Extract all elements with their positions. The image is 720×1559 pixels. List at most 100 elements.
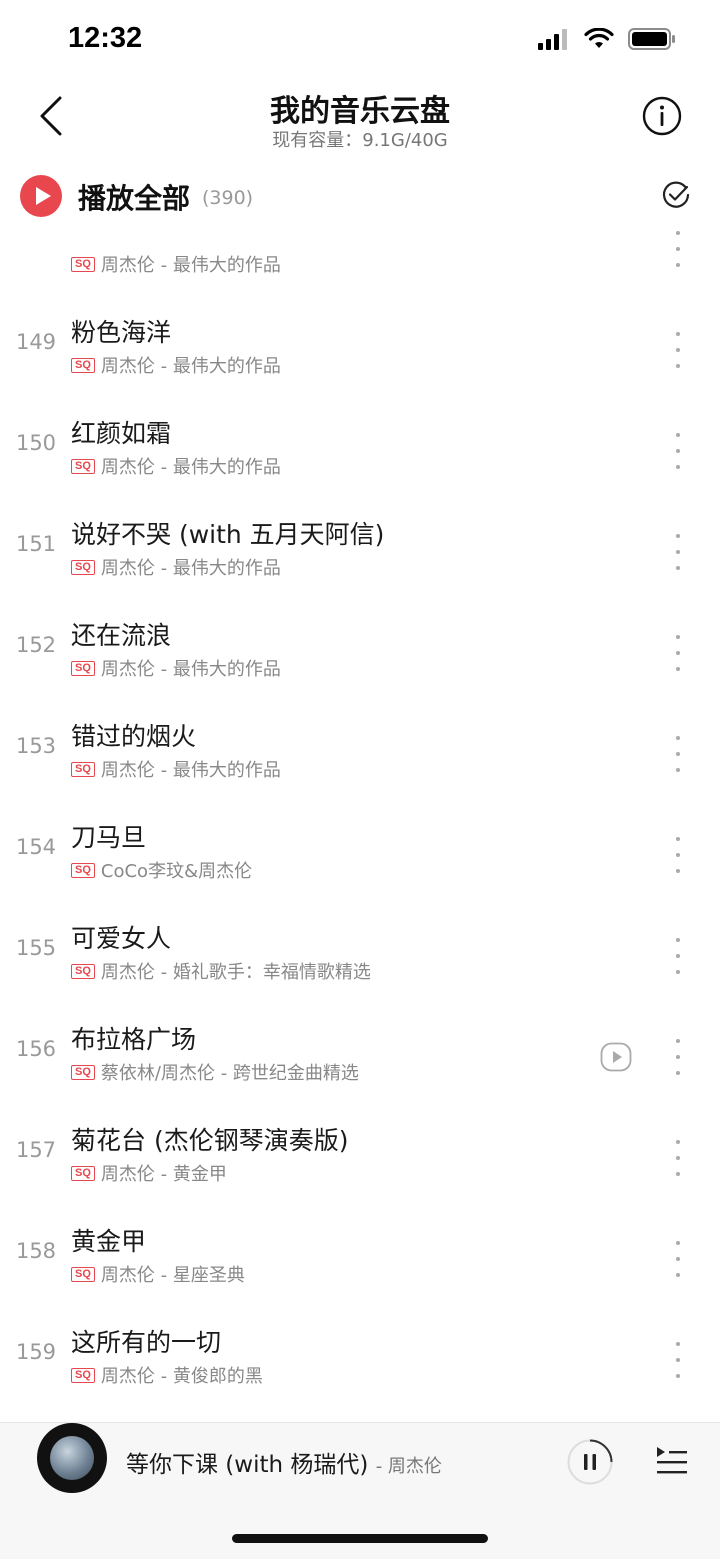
song-count: (390) xyxy=(202,187,254,209)
song-row[interactable]: 152 还在流浪 SQ 周杰伦 - 最伟大的作品 xyxy=(0,603,720,704)
song-artist-album: 周杰伦 - 最伟大的作品 xyxy=(100,760,281,781)
more-options-icon[interactable] xyxy=(672,433,684,469)
cellular-signal-icon xyxy=(538,29,567,50)
more-options-icon[interactable] xyxy=(672,736,684,772)
song-index: 152 xyxy=(15,633,57,657)
multi-select-icon[interactable] xyxy=(660,179,692,211)
sq-badge: SQ xyxy=(71,1165,95,1181)
song-row[interactable]: 159 这所有的一切 SQ 周杰伦 - 黄俊郎的黑 xyxy=(0,1310,720,1411)
playlist-icon[interactable] xyxy=(655,1443,689,1477)
song-artist-album: 周杰伦 - 黄俊郎的黑 xyxy=(100,1366,263,1387)
home-indicator xyxy=(232,1534,488,1543)
mini-player-title[interactable]: 等你下课 (with 杨瑞代) - 周杰伦 xyxy=(126,1445,442,1479)
song-artist-album: 周杰伦 - 黄金甲 xyxy=(100,1164,227,1185)
song-index: 158 xyxy=(15,1239,57,1263)
song-title: 菊花台 (杰伦钢琴演奏版) xyxy=(71,1126,349,1155)
song-row[interactable]: 149 粉色海洋 SQ 周杰伦 - 最伟大的作品 xyxy=(0,300,720,401)
song-subtitle: SQ 周杰伦 - 最伟大的作品 xyxy=(71,756,281,782)
play-all-icon[interactable] xyxy=(20,175,62,217)
sq-badge: SQ xyxy=(71,1266,95,1282)
song-title: 说好不哭 (with 五月天阿信) xyxy=(71,520,385,549)
sq-badge: SQ xyxy=(71,357,95,373)
song-subtitle: SQ 周杰伦 - 黄俊郎的黑 xyxy=(71,1362,263,1388)
sq-badge: SQ xyxy=(71,559,95,575)
song-index: 157 xyxy=(15,1138,57,1162)
more-options-icon[interactable] xyxy=(672,1140,684,1176)
album-disc[interactable] xyxy=(37,1423,107,1493)
song-row[interactable]: 151 说好不哭 (with 五月天阿信) SQ 周杰伦 - 最伟大的作品 xyxy=(0,502,720,603)
more-options-icon[interactable] xyxy=(672,534,684,570)
song-row[interactable]: 155 可爱女人 SQ 周杰伦 - 婚礼歌手：幸福情歌精选 xyxy=(0,906,720,1007)
song-row[interactable]: 156 布拉格广场 SQ 蔡依林/周杰伦 - 跨世纪金曲精选 xyxy=(0,1007,720,1108)
sq-badge: SQ xyxy=(71,660,95,676)
more-options-icon[interactable] xyxy=(672,231,684,267)
song-title: 这所有的一切 xyxy=(71,1328,222,1357)
sq-badge: SQ xyxy=(71,458,95,474)
song-subtitle: SQ 周杰伦 - 最伟大的作品 xyxy=(71,251,281,277)
song-artist-album: 周杰伦 - 星座圣典 xyxy=(100,1265,245,1286)
sq-badge: SQ xyxy=(71,256,95,272)
more-options-icon[interactable] xyxy=(672,332,684,368)
song-row[interactable]: 150 红颜如霜 SQ 周杰伦 - 最伟大的作品 xyxy=(0,401,720,502)
song-artist-album: 周杰伦 - 最伟大的作品 xyxy=(100,457,281,478)
song-subtitle: SQ 周杰伦 - 最伟大的作品 xyxy=(71,352,281,378)
sq-badge: SQ xyxy=(71,963,95,979)
mini-player-song: 等你下课 (with 杨瑞代) xyxy=(126,1452,369,1478)
more-options-icon[interactable] xyxy=(672,938,684,974)
song-index: 155 xyxy=(15,936,57,960)
song-subtitle: SQ 周杰伦 - 婚礼歌手：幸福情歌精选 xyxy=(71,958,371,984)
song-index: 153 xyxy=(15,734,57,758)
status-time: 12:32 xyxy=(68,22,143,54)
song-title: 粉色海洋 xyxy=(71,318,172,347)
more-options-icon[interactable] xyxy=(672,1342,684,1378)
song-row[interactable]: 157 菊花台 (杰伦钢琴演奏版) SQ 周杰伦 - 黄金甲 xyxy=(0,1108,720,1209)
battery-icon xyxy=(628,28,675,50)
mini-player-artist: - 周杰伦 xyxy=(375,1456,442,1477)
play-all-label[interactable]: 播放全部 xyxy=(78,177,190,217)
song-title: 错过的烟火 xyxy=(71,722,197,751)
song-subtitle: SQ 周杰伦 - 黄金甲 xyxy=(71,1160,227,1186)
sq-badge: SQ xyxy=(71,761,95,777)
song-artist-album: CoCo李玟&周杰伦 xyxy=(100,861,253,882)
song-artist-album: 周杰伦 - 最伟大的作品 xyxy=(100,255,281,276)
song-subtitle: SQ CoCo李玟&周杰伦 xyxy=(71,857,252,883)
nav-header: 我的音乐云盘 现有容量：9.1G/40G xyxy=(0,80,720,160)
song-subtitle: SQ 蔡依林/周杰伦 - 跨世纪金曲精选 xyxy=(71,1059,359,1085)
song-index: 150 xyxy=(15,431,57,455)
song-index: 159 xyxy=(15,1340,57,1364)
song-title: 还在流浪 xyxy=(71,621,172,650)
now-playing-row[interactable]: SQ 周杰伦 - 最伟大的作品 xyxy=(0,228,720,300)
mv-play-icon[interactable] xyxy=(600,1041,632,1073)
more-options-icon[interactable] xyxy=(672,1039,684,1075)
sq-badge: SQ xyxy=(71,862,95,878)
song-subtitle: SQ 周杰伦 - 最伟大的作品 xyxy=(71,453,281,479)
page-title: 我的音乐云盘 xyxy=(270,94,450,129)
song-index: 156 xyxy=(15,1037,57,1061)
more-options-icon[interactable] xyxy=(672,837,684,873)
status-bar: 12:32 xyxy=(0,0,720,80)
info-icon[interactable] xyxy=(642,96,682,136)
more-options-icon[interactable] xyxy=(672,1241,684,1277)
song-title: 红颜如霜 xyxy=(71,419,172,448)
song-artist-album: 周杰伦 - 最伟大的作品 xyxy=(100,659,281,680)
status-icons xyxy=(538,28,676,50)
sq-badge: SQ xyxy=(71,1064,95,1080)
sq-badge: SQ xyxy=(71,1367,95,1383)
pause-icon[interactable] xyxy=(567,1439,613,1485)
song-index: 151 xyxy=(15,532,57,556)
song-row[interactable]: 158 黄金甲 SQ 周杰伦 - 星座圣典 xyxy=(0,1209,720,1310)
song-artist-album: 蔡依林/周杰伦 - 跨世纪金曲精选 xyxy=(100,1063,359,1084)
song-artist-album: 周杰伦 - 婚礼歌手：幸福情歌精选 xyxy=(100,962,371,983)
song-artist-album: 周杰伦 - 最伟大的作品 xyxy=(100,356,281,377)
song-list: SQ 周杰伦 - 最伟大的作品 149 粉色海洋 SQ 周杰伦 - 最伟大的作品… xyxy=(0,228,720,1422)
song-row[interactable]: 153 错过的烟火 SQ 周杰伦 - 最伟大的作品 xyxy=(0,704,720,805)
song-title: 黄金甲 xyxy=(71,1227,147,1256)
more-options-icon[interactable] xyxy=(672,635,684,671)
song-row[interactable]: 154 刀马旦 SQ CoCo李玟&周杰伦 xyxy=(0,805,720,906)
song-index: 154 xyxy=(15,835,57,859)
wifi-icon xyxy=(584,28,614,48)
song-subtitle: SQ 周杰伦 - 星座圣典 xyxy=(71,1261,245,1287)
play-all-bar[interactable]: 播放全部 (390) xyxy=(0,166,720,226)
song-artist-album: 周杰伦 - 最伟大的作品 xyxy=(100,558,281,579)
song-index: 149 xyxy=(15,330,57,354)
